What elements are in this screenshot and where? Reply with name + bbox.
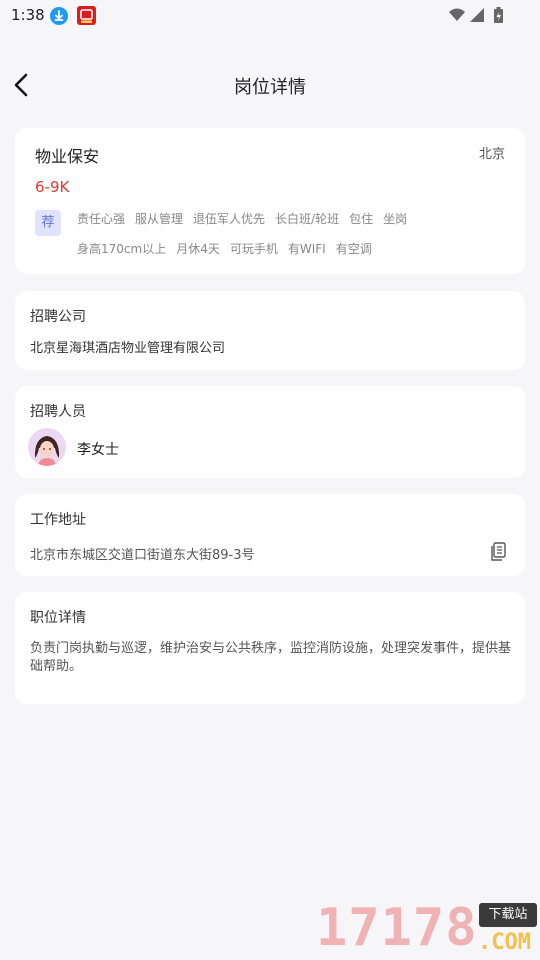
status-time: 1:38 [11, 6, 45, 24]
job-tags: 责任心强 服从管理 退伍军人优先 长白班/轮班 包住 坐岗身高170cm以上 月休4天 可玩手… [77, 208, 507, 268]
signal-icon [470, 8, 484, 22]
job-tag: 有空调 [335, 242, 372, 256]
app-header: 岗位详情 [0, 60, 540, 110]
job-summary-card: 物业保安 北京 6-9K 荐 责任心强 服从管理 退伍军人优先 长白班/轮班 包住 坐岗身… [15, 128, 525, 274]
job-tag: 责任心强 [77, 212, 126, 226]
description-card: 职位详情 负责门岗执勤与巡逻，维护治安与公共秩序，监控消防设施，处理突发事件，提… [15, 592, 525, 704]
battery-icon [494, 7, 503, 23]
job-tag: 月休4天 [176, 242, 220, 256]
watermark-tag: 下载站 [479, 903, 537, 927]
job-tag: 坐岗 [383, 212, 408, 226]
watermark-domain: .COM [478, 930, 531, 955]
wifi-icon [449, 8, 465, 21]
company-name: 北京星海琪酒店物业管理有限公司 [30, 341, 226, 356]
recruiter-name: 李女士 [77, 442, 119, 458]
status-icons [448, 6, 508, 30]
recruiter-label: 招聘人员 [30, 404, 86, 420]
address-value: 北京市东城区交道口街道东大街89-3号 [30, 548, 255, 563]
description-label: 职位详情 [30, 610, 86, 626]
job-tag: 身高170cm以上 [77, 242, 167, 256]
job-tag: 长白班/轮班 [275, 212, 340, 226]
address-card: 工作地址 北京市东城区交道口街道东大街89-3号 [15, 494, 525, 576]
description-text: 负责门岗执勤与巡逻，维护治安与公共秩序，监控消防设施，处理突发事件，提供基础帮助… [30, 641, 512, 674]
job-title: 物业保安 [35, 147, 100, 166]
watermark-number: 17178 [316, 898, 478, 958]
company-label: 招聘公司 [30, 309, 86, 325]
job-tag: 服从管理 [135, 212, 184, 226]
recommend-badge: 荐 [35, 210, 61, 236]
app-notification-icon [77, 6, 96, 25]
job-salary: 6-9K [35, 178, 70, 196]
job-city: 北京 [478, 147, 505, 162]
job-tag: 有WIFI [287, 242, 326, 256]
job-tag: 可玩手机 [229, 242, 278, 256]
address-label: 工作地址 [30, 512, 86, 528]
avatar [28, 428, 66, 466]
job-tag: 退伍军人优先 [193, 212, 266, 226]
status-bar: 1:38 [0, 0, 540, 32]
recruiter-card: 招聘人员 李女士 [15, 386, 525, 478]
company-card: 招聘公司 北京星海琪酒店物业管理有限公司 [15, 291, 525, 370]
download-app-icon [50, 7, 68, 25]
job-tag: 包住 [349, 212, 374, 226]
copy-icon[interactable] [489, 542, 507, 562]
page-title: 岗位详情 [234, 77, 306, 98]
